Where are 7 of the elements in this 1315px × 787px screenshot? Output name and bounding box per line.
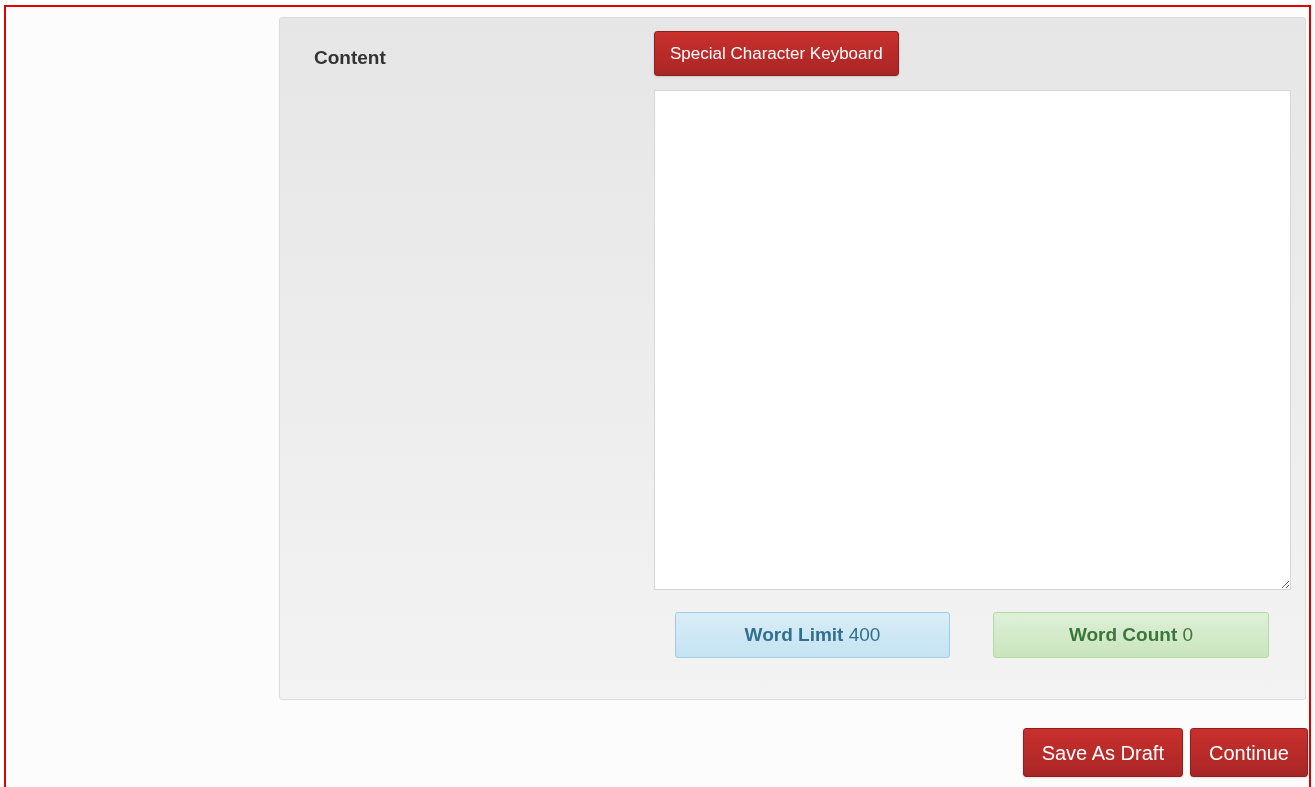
continue-button[interactable]: Continue (1189, 728, 1308, 777)
word-limit-text: Word Limit 400 (744, 622, 881, 647)
save-draft-button[interactable]: Save As Draft (1022, 728, 1183, 777)
field-label: Content (314, 47, 386, 68)
special-character-keyboard-button[interactable]: Special Character Keyboard (654, 31, 899, 76)
word-count-text: Word Count 0 (1068, 622, 1194, 647)
content-textarea[interactable] (654, 90, 1291, 590)
